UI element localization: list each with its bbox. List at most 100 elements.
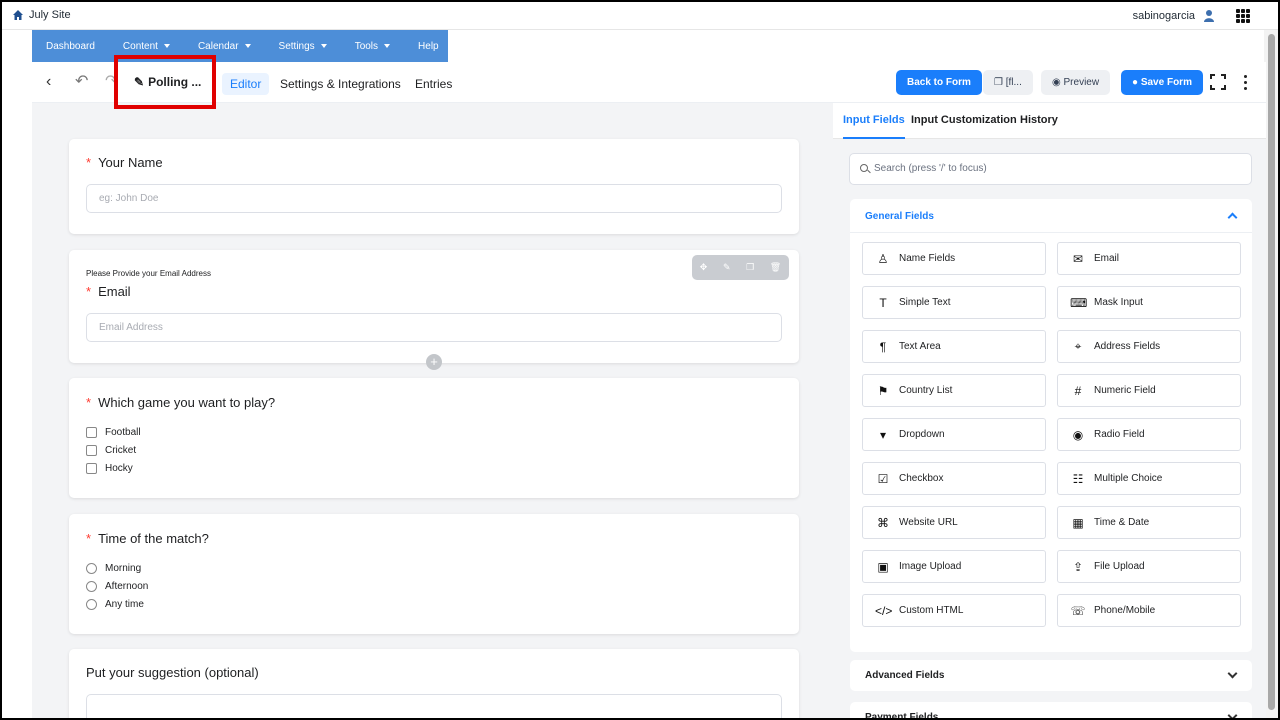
nav-tools[interactable]: Tools (341, 30, 404, 62)
editor-toolbar: ‹ ↶ ↷ ✎ Polling ... Editor Settings & In… (32, 62, 1266, 103)
delete-icon[interactable]: 🗑 (770, 262, 781, 273)
hash-icon: # (1074, 383, 1082, 398)
field-button-numeric[interactable]: # Numeric Field (1057, 374, 1241, 407)
email-description: Please Provide your Email Address (86, 269, 211, 278)
field-search-input[interactable]: Search (press '/' to focus) (849, 153, 1252, 185)
edit-icon[interactable]: ✎ (723, 262, 731, 273)
duplicate-icon[interactable]: ❐ (746, 262, 754, 273)
apps-grid-icon[interactable] (1236, 9, 1250, 23)
back-icon[interactable]: ‹ (46, 74, 51, 90)
fullscreen-icon[interactable] (1210, 74, 1226, 90)
field-your-name[interactable]: * Your Name eg: John Doe (69, 139, 799, 234)
dropdown-icon: ▾ (879, 427, 887, 442)
field-button-email[interactable]: ✉ Email (1057, 242, 1241, 275)
field-button-radio[interactable]: ◉ Radio Field (1057, 418, 1241, 451)
tab-settings-integrations[interactable]: Settings & Integrations (272, 73, 409, 95)
field-game[interactable]: * Which game you want to play? Football C… (69, 378, 799, 498)
back-to-form-button[interactable]: Back to Form (896, 70, 982, 95)
shortcode-button[interactable]: ❐ [fl... (983, 70, 1033, 95)
chevron-down-icon (163, 44, 170, 48)
more-icon[interactable] (1244, 75, 1247, 90)
move-icon[interactable]: ✥ (700, 262, 708, 273)
field-button-mask-input[interactable]: ⌨ Mask Input (1057, 286, 1241, 319)
user-menu[interactable]: sabinogarcia (1133, 9, 1216, 23)
radio-option[interactable]: Morning (86, 563, 141, 574)
focus-highlight (114, 55, 216, 109)
keyboard-icon: ⌨ (1070, 295, 1088, 310)
image-icon: ▣ (877, 559, 889, 574)
field-button-name[interactable]: ♙ Name Fields (862, 242, 1046, 275)
radio-option[interactable]: Afternoon (86, 581, 148, 592)
mail-icon: ✉ (1072, 251, 1084, 266)
preview-button[interactable]: ◉ Preview (1041, 70, 1111, 95)
undo-icon[interactable]: ↶ (75, 74, 88, 90)
upload-icon: ⇪ (1072, 559, 1084, 574)
scrollbar-thumb[interactable] (1268, 34, 1275, 710)
flag-icon: ⚑ (877, 383, 889, 398)
chevron-down-icon[interactable] (1227, 710, 1238, 718)
field-button-website-url[interactable]: ⌘ Website URL (862, 506, 1046, 539)
checkbox-option[interactable]: Hocky (86, 463, 133, 474)
tab-input-customization[interactable]: Input Customization (911, 114, 1017, 126)
site-link[interactable]: July Site (12, 9, 71, 21)
user-icon (1204, 10, 1214, 22)
chevron-up-icon[interactable] (1227, 212, 1238, 223)
nav-help[interactable]: Help (404, 30, 453, 62)
tab-editor[interactable]: Editor (222, 73, 270, 95)
form-canvas: * Your Name eg: John Doe Please Provide y… (32, 103, 833, 718)
field-button-phone[interactable]: ☏ Phone/Mobile (1057, 594, 1241, 627)
email-input[interactable]: Email Address (86, 313, 782, 342)
field-button-address[interactable]: ⌖ Address Fields (1057, 330, 1241, 363)
field-button-image-upload[interactable]: ▣ Image Upload (862, 550, 1046, 583)
field-suggestion[interactable]: Put your suggestion (optional) (69, 649, 799, 718)
field-button-dropdown[interactable]: ▾ Dropdown (862, 418, 1046, 451)
link-icon: ⌘ (877, 515, 889, 530)
username: sabinogarcia (1132, 10, 1195, 22)
field-label: * Time of the match? (86, 531, 209, 546)
advanced-fields-section[interactable]: Advanced Fields (850, 660, 1252, 691)
field-label: * Your Name (86, 155, 163, 170)
field-button-text-area[interactable]: ¶ Text Area (862, 330, 1046, 363)
sidebar-tabs: Input Fields Input Customization History (833, 103, 1266, 139)
tab-entries[interactable]: Entries (407, 73, 460, 95)
eye-icon: ◉ (1052, 77, 1064, 88)
field-button-simple-text[interactable]: T Simple Text (862, 286, 1046, 319)
field-button-country[interactable]: ⚑ Country List (862, 374, 1046, 407)
radio-option[interactable]: Any time (86, 599, 144, 610)
list-icon: ☷ (1072, 471, 1084, 486)
home-icon (13, 10, 23, 20)
tab-history[interactable]: History (1020, 114, 1058, 126)
site-name: July Site (29, 9, 71, 21)
suggestion-input[interactable] (86, 694, 782, 718)
field-actions: ✥ ✎ ❐ 🗑 (692, 255, 789, 280)
chevron-down-icon[interactable] (1227, 668, 1238, 679)
save-form-button[interactable]: ● Save Form (1121, 70, 1203, 95)
field-time[interactable]: * Time of the match? Morning Afternoon An… (69, 514, 799, 634)
field-label: * Email (86, 284, 131, 299)
add-field-button[interactable]: + (426, 354, 442, 370)
field-button-custom-html[interactable]: </> Custom HTML (862, 594, 1046, 627)
field-button-multiple-choice[interactable]: ☷ Multiple Choice (1057, 462, 1241, 495)
text-icon: T (879, 295, 887, 310)
field-button-checkbox[interactable]: ☑ Checkbox (862, 462, 1046, 495)
location-icon: ⌖ (1074, 339, 1082, 353)
field-email[interactable]: Please Provide your Email Address * Email… (69, 250, 799, 370)
chevron-down-icon (244, 44, 251, 48)
payment-fields-section[interactable]: Payment Fields (850, 702, 1252, 718)
field-label: Put your suggestion (optional) (86, 665, 259, 680)
name-input[interactable]: eg: John Doe (86, 184, 782, 213)
nav-dashboard[interactable]: Dashboard (32, 30, 109, 62)
field-sidebar: Input Fields Input Customization History… (833, 103, 1266, 718)
user-icon: ♙ (877, 251, 889, 266)
app-window: July Site sabinogarcia Dashboard Content… (0, 0, 1280, 720)
checkbox-option[interactable]: Football (86, 427, 141, 438)
tab-input-fields[interactable]: Input Fields (843, 114, 905, 139)
copy-icon: ❐ (994, 77, 1006, 88)
field-button-file-upload[interactable]: ⇪ File Upload (1057, 550, 1241, 583)
scrollbar[interactable] (1264, 30, 1278, 718)
field-button-time-date[interactable]: ▦ Time & Date (1057, 506, 1241, 539)
checkbox-option[interactable]: Cricket (86, 445, 136, 456)
nav-settings[interactable]: Settings (265, 30, 341, 62)
checkbox-icon: ☑ (877, 471, 889, 486)
field-label: * Which game you want to play? (86, 395, 276, 410)
